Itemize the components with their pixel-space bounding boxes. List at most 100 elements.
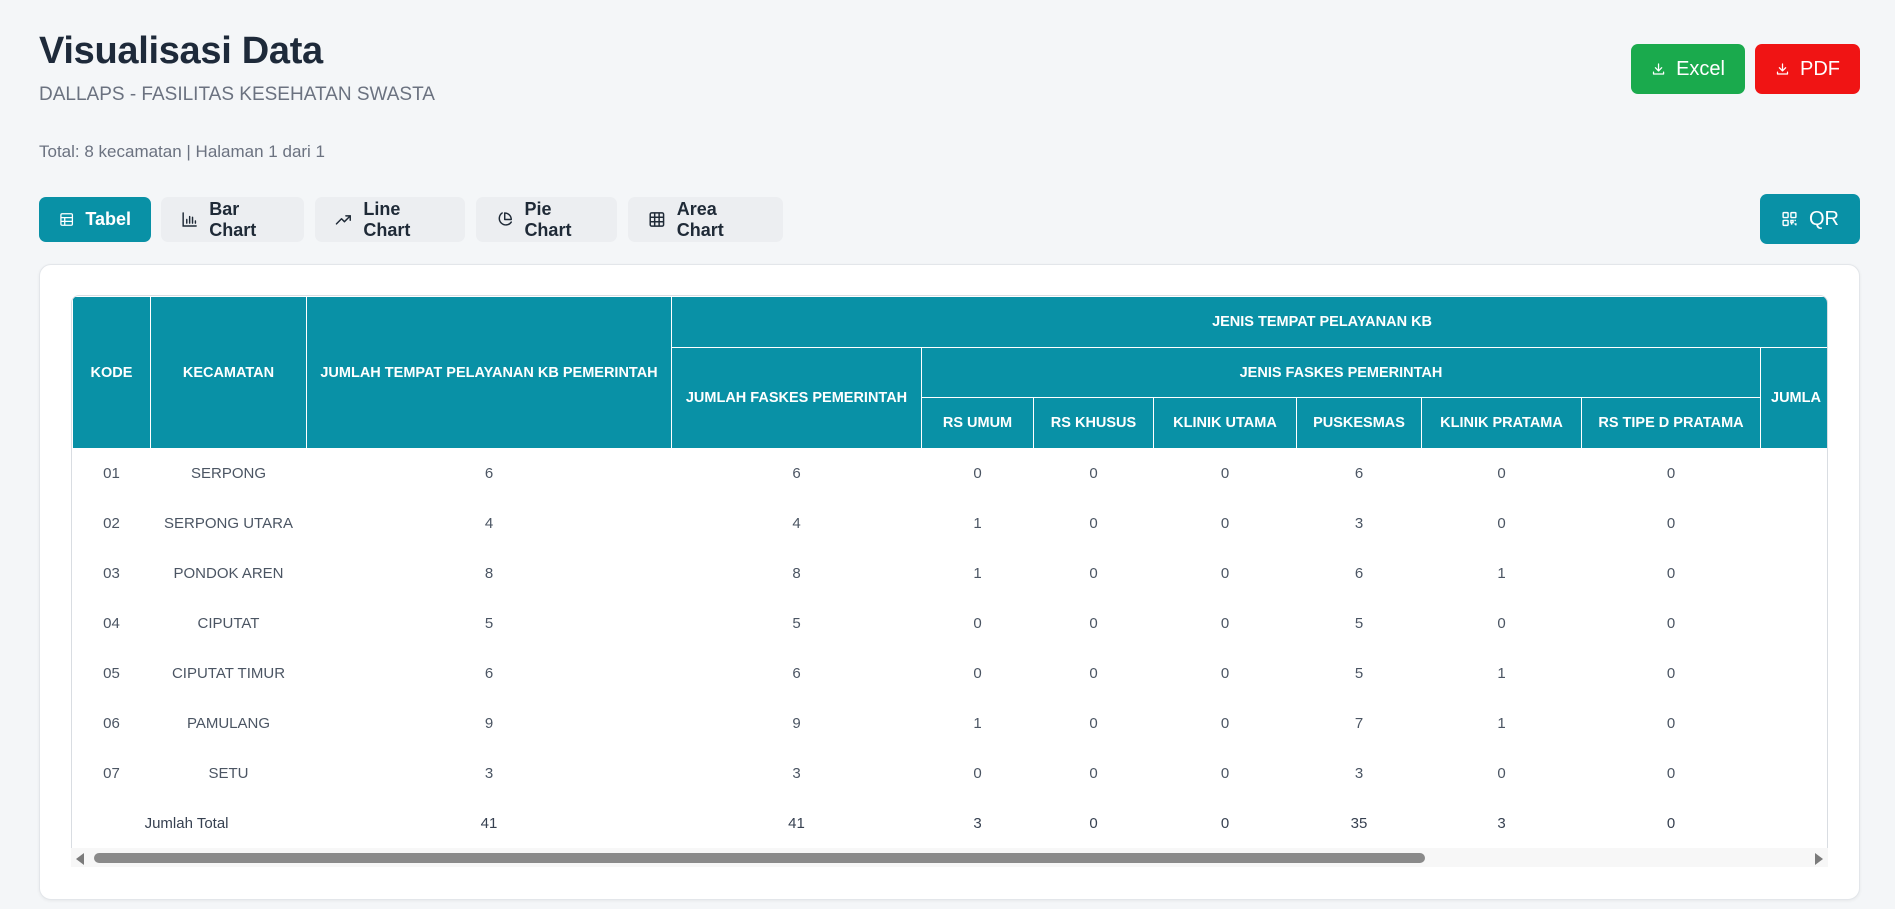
header-rs-umum[interactable]: RS UMUM (921, 397, 1034, 449)
export-excel-button[interactable]: Excel (1631, 44, 1745, 94)
cell-jumlah: 6 (306, 448, 672, 499)
table-icon (60, 213, 74, 226)
table-row: 04 CIPUTAT 5 5 0 0 0 5 0 0 (72, 598, 1827, 649)
bar-chart-icon (182, 212, 197, 227)
table-row: 06 PAMULANG 9 9 1 0 0 7 1 0 (72, 698, 1827, 749)
tab-label: Line Chart (363, 198, 411, 240)
total-rs-khusus: 0 (1033, 798, 1154, 849)
qr-button[interactable]: QR (1760, 194, 1860, 244)
cell-rs-umum: 0 (921, 598, 1034, 649)
cell-klinik-utama: 0 (1153, 548, 1297, 599)
cell-kecamatan: PONDOK AREN (150, 548, 307, 599)
cell-empty (1760, 498, 1827, 549)
tab-line-chart[interactable]: Line Chart (315, 197, 465, 242)
cell-klinik-utama: 0 (1153, 598, 1297, 649)
cell-klinik-pratama: 1 (1421, 648, 1582, 699)
cell-jumlah: 6 (306, 648, 672, 699)
cell-faskes: 3 (671, 748, 922, 799)
cell-rs-khusus: 0 (1033, 748, 1154, 799)
cell-klinik-pratama: 0 (1421, 748, 1582, 799)
tab-area-chart[interactable]: Area Chart (628, 197, 783, 242)
cell-kode: 04 (72, 598, 151, 649)
total-rs-umum: 3 (921, 798, 1034, 849)
scroll-right-arrow-icon[interactable] (1815, 853, 1823, 865)
cell-rs-khusus: 0 (1033, 598, 1154, 649)
cell-puskesmas: 7 (1296, 698, 1422, 749)
table-row: 05 CIPUTAT TIMUR 6 6 0 0 0 5 1 0 (72, 648, 1827, 699)
cell-rs-tipe-d: 0 (1581, 648, 1761, 699)
tab-label: Bar Chart (209, 198, 257, 240)
cell-kode: 02 (72, 498, 151, 549)
cell-rs-khusus: 0 (1033, 448, 1154, 499)
cell-rs-khusus: 0 (1033, 548, 1154, 599)
table-row: 02 SERPONG UTARA 4 4 1 0 0 3 0 0 (72, 498, 1827, 549)
pie-chart-icon (498, 212, 512, 226)
header-jumlah-pemerintah[interactable]: JUMLAH TEMPAT PELAYANAN KB PEMERINTAH (306, 296, 672, 449)
cell-klinik-utama: 0 (1153, 498, 1297, 549)
cell-kecamatan: PAMULANG (150, 698, 307, 749)
scroll-left-arrow-icon[interactable] (76, 853, 84, 865)
cell-klinik-utama: 0 (1153, 698, 1297, 749)
cell-faskes: 6 (671, 648, 922, 699)
cell-klinik-pratama: 0 (1421, 598, 1582, 649)
cell-klinik-pratama: 0 (1421, 498, 1582, 549)
header-kode[interactable]: KODE (72, 296, 151, 449)
total-klinik-pratama: 3 (1421, 798, 1582, 849)
header-rs-tipe-d[interactable]: RS TIPE D PRATAMA (1581, 397, 1761, 449)
total-faskes: 41 (671, 798, 922, 849)
cell-rs-umum: 1 (921, 698, 1034, 749)
qr-label: QR (1809, 207, 1839, 230)
header-klinik-utama[interactable]: KLINIK UTAMA (1153, 397, 1297, 449)
cell-empty (1760, 548, 1827, 599)
cell-kode: 07 (72, 748, 151, 799)
cell-rs-umum: 1 (921, 548, 1034, 599)
cell-rs-tipe-d: 0 (1581, 448, 1761, 499)
cell-jumlah: 9 (306, 698, 672, 749)
cell-rs-khusus: 0 (1033, 648, 1154, 699)
cell-rs-tipe-d: 0 (1581, 548, 1761, 599)
header-rs-khusus[interactable]: RS KHUSUS (1033, 397, 1154, 449)
page-summary: Total: 8 kecamatan | Halaman 1 dari 1 (39, 142, 326, 161)
header-kecamatan[interactable]: KECAMATAN (150, 296, 307, 449)
cell-empty (1760, 698, 1827, 749)
qr-code-icon (1782, 211, 1797, 227)
table-row: 03 PONDOK AREN 8 8 1 0 0 6 1 0 (72, 548, 1827, 599)
cell-kode: 03 (72, 548, 151, 599)
header-jumlah-cut[interactable]: JUMLA (1759, 347, 1827, 449)
cell-klinik-utama: 0 (1153, 748, 1297, 799)
cell-kecamatan: CIPUTAT (150, 598, 307, 649)
total-jumlah: 41 (306, 798, 672, 849)
tab-tabel[interactable]: Tabel (39, 197, 151, 242)
header-klinik-pratama[interactable]: KLINIK PRATAMA (1421, 397, 1582, 449)
tab-label: Pie Chart (524, 198, 572, 240)
cell-faskes: 4 (671, 498, 922, 549)
cell-empty (1760, 748, 1827, 799)
cell-empty (1760, 448, 1827, 499)
cell-jumlah: 5 (306, 598, 672, 649)
cell-klinik-pratama: 1 (1421, 698, 1582, 749)
cell-rs-umum: 0 (921, 448, 1034, 499)
scroll-thumb[interactable] (94, 853, 1425, 863)
table-scroll-container[interactable]: KODE KECAMATAN JUMLAH TEMPAT PELAYANAN K… (71, 295, 1828, 867)
header-puskesmas[interactable]: PUSKESMAS (1296, 397, 1422, 449)
tab-pie-chart[interactable]: Pie Chart (476, 197, 617, 242)
export-pdf-button[interactable]: PDF (1755, 44, 1860, 94)
cell-rs-khusus: 0 (1033, 698, 1154, 749)
cell-rs-khusus: 0 (1033, 498, 1154, 549)
cell-rs-tipe-d: 0 (1581, 698, 1761, 749)
cell-puskesmas: 6 (1296, 548, 1422, 599)
tab-bar-chart[interactable]: Bar Chart (161, 197, 304, 242)
total-klinik-utama: 0 (1153, 798, 1297, 849)
cell-puskesmas: 5 (1296, 598, 1422, 649)
total-puskesmas: 35 (1296, 798, 1422, 849)
cell-empty (1760, 598, 1827, 649)
page-title: Visualisasi Data (39, 30, 323, 72)
header-jumlah-faskes[interactable]: JUMLAH FASKES PEMERINTAH (671, 347, 922, 449)
horizontal-scrollbar[interactable] (71, 848, 1828, 867)
total-label: Jumlah Total (72, 798, 307, 849)
cell-empty (1760, 648, 1827, 699)
cell-puskesmas: 3 (1296, 498, 1422, 549)
cell-kode: 06 (72, 698, 151, 749)
cell-klinik-utama: 0 (1153, 448, 1297, 499)
cell-rs-tipe-d: 0 (1581, 598, 1761, 649)
